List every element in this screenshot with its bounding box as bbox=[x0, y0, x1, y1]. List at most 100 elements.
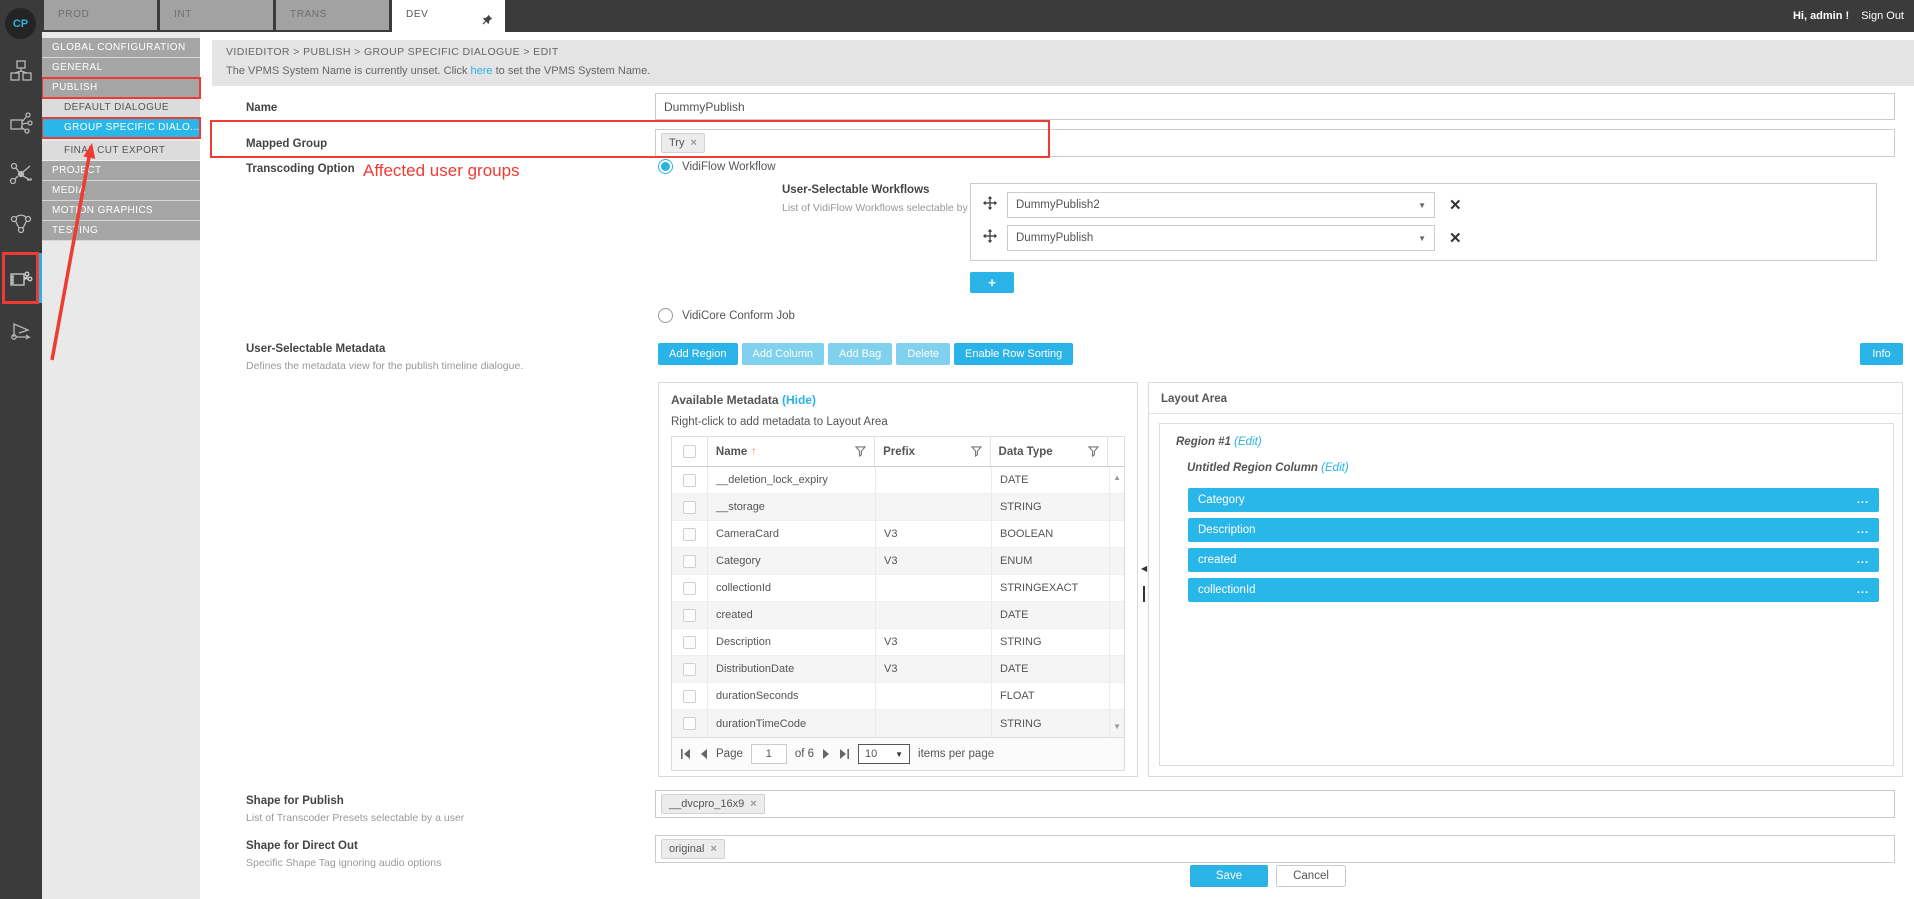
vidicore-conform-radio[interactable]: VidiCore Conform Job bbox=[658, 308, 795, 323]
mapped-group-tag[interactable]: Try × bbox=[661, 133, 705, 153]
vector-icon[interactable] bbox=[8, 318, 34, 344]
remove-tag-icon[interactable]: × bbox=[750, 798, 756, 810]
row-checkbox[interactable] bbox=[683, 555, 696, 568]
integration-icon[interactable] bbox=[8, 110, 34, 136]
remove-tag-icon[interactable]: × bbox=[690, 137, 696, 149]
layout-item-category[interactable]: Category ... bbox=[1188, 488, 1879, 512]
topology-icon[interactable] bbox=[8, 210, 34, 236]
drag-handle-icon[interactable] bbox=[983, 229, 997, 248]
table-row[interactable]: durationTimeCode STRING bbox=[672, 710, 1124, 737]
table-row[interactable]: durationSeconds FLOAT bbox=[672, 683, 1124, 710]
column-name[interactable]: Name bbox=[716, 446, 747, 458]
table-row[interactable]: created DATE bbox=[672, 602, 1124, 629]
add-workflow-button[interactable]: + bbox=[970, 272, 1014, 293]
table-row[interactable]: CameraCard V3 BOOLEAN bbox=[672, 521, 1124, 548]
column-prefix[interactable]: Prefix bbox=[883, 446, 915, 458]
table-row[interactable]: DistributionDate V3 DATE bbox=[672, 656, 1124, 683]
row-checkbox[interactable] bbox=[683, 663, 696, 676]
remove-workflow-icon[interactable]: ✕ bbox=[1449, 196, 1462, 214]
here-link[interactable]: here bbox=[471, 65, 493, 77]
more-options-icon[interactable]: ... bbox=[1857, 524, 1869, 536]
first-page-icon[interactable] bbox=[680, 749, 692, 759]
nav-item-project[interactable]: PROJECT bbox=[42, 161, 200, 181]
nav-item-publish[interactable]: PUBLISH bbox=[42, 78, 200, 98]
name-input[interactable] bbox=[655, 93, 1895, 120]
nav-item-general[interactable]: GENERAL bbox=[42, 58, 200, 78]
shape-direct-tag[interactable]: original × bbox=[661, 839, 725, 859]
row-checkbox[interactable] bbox=[683, 636, 696, 649]
layout-item-collectionid[interactable]: collectionId ... bbox=[1188, 578, 1879, 602]
table-row[interactable]: Category V3 ENUM bbox=[672, 548, 1124, 575]
nav-item-testing[interactable]: TESTING bbox=[42, 221, 200, 241]
radio-selected-icon[interactable] bbox=[658, 159, 673, 174]
row-checkbox[interactable] bbox=[683, 609, 696, 622]
panel-splitter[interactable]: ◀ bbox=[1141, 382, 1148, 777]
tab-int[interactable]: INT bbox=[160, 0, 273, 30]
enable-row-sorting-button[interactable]: Enable Row Sorting bbox=[954, 343, 1073, 365]
filter-icon[interactable] bbox=[1088, 446, 1099, 457]
cancel-button[interactable]: Cancel bbox=[1276, 865, 1346, 887]
table-row[interactable]: __deletion_lock_expiry DATE bbox=[672, 467, 1124, 494]
workflow-dropdown[interactable]: DummyPublish2 ▼ bbox=[1007, 192, 1435, 218]
more-options-icon[interactable]: ... bbox=[1857, 554, 1869, 566]
nav-item-final-cut-export[interactable]: FINAL CUT EXPORT bbox=[42, 141, 200, 161]
table-row[interactable]: __storage STRING bbox=[672, 494, 1124, 521]
nav-item-global-configuration[interactable]: GLOBAL CONFIGURATION bbox=[42, 38, 200, 58]
nav-item-default-dialogue[interactable]: DEFAULT DIALOGUE bbox=[42, 98, 200, 118]
add-region-button[interactable]: Add Region bbox=[658, 343, 738, 365]
radio-unselected-icon[interactable] bbox=[658, 308, 673, 323]
scroll-up-icon[interactable]: ▲ bbox=[1113, 473, 1121, 482]
chevron-down-icon[interactable]: ▼ bbox=[1418, 201, 1426, 210]
nav-item-motion-graphics[interactable]: MOTION GRAPHICS bbox=[42, 201, 200, 221]
save-button[interactable]: Save bbox=[1190, 865, 1268, 887]
items-per-page-select[interactable]: 10 ▼ bbox=[858, 744, 910, 764]
row-checkbox[interactable] bbox=[683, 582, 696, 595]
vidiflow-workflow-radio[interactable]: VidiFlow Workflow bbox=[658, 159, 776, 174]
tab-prod[interactable]: PROD bbox=[44, 0, 157, 30]
page-number-input[interactable] bbox=[751, 744, 787, 764]
remove-tag-icon[interactable]: × bbox=[710, 843, 716, 855]
prev-page-icon[interactable] bbox=[700, 749, 708, 759]
table-row[interactable]: collectionId STRINGEXACT bbox=[672, 575, 1124, 602]
shape-direct-field[interactable]: original × bbox=[655, 835, 1895, 863]
row-checkbox[interactable] bbox=[683, 690, 696, 703]
filter-icon[interactable] bbox=[971, 446, 982, 457]
workflow-dropdown[interactable]: DummyPublish ▼ bbox=[1007, 225, 1435, 251]
drag-handle-icon[interactable] bbox=[983, 196, 997, 215]
sign-out-link[interactable]: Sign Out bbox=[1861, 10, 1904, 22]
layout-item-created[interactable]: created ... bbox=[1188, 548, 1879, 572]
table-row[interactable]: Description V3 STRING bbox=[672, 629, 1124, 656]
column-data-type[interactable]: Data Type bbox=[999, 446, 1053, 458]
more-options-icon[interactable]: ... bbox=[1857, 494, 1869, 506]
remove-workflow-icon[interactable]: ✕ bbox=[1449, 229, 1462, 247]
add-column-button[interactable]: Add Column bbox=[742, 343, 825, 365]
info-button[interactable]: Info bbox=[1860, 343, 1903, 365]
nav-item-group-specific-dialogue[interactable]: GROUP SPECIFIC DIALO... bbox=[42, 118, 200, 138]
row-checkbox[interactable] bbox=[683, 528, 696, 541]
last-page-icon[interactable] bbox=[838, 749, 850, 759]
add-bag-button[interactable]: Add Bag bbox=[828, 343, 892, 365]
tab-trans[interactable]: TRANS bbox=[276, 0, 389, 30]
scroll-down-icon[interactable]: ▼ bbox=[1113, 722, 1121, 731]
splitter-handle[interactable] bbox=[1143, 586, 1145, 602]
select-all-checkbox[interactable] bbox=[683, 445, 696, 458]
tab-dev[interactable]: DEV bbox=[392, 0, 505, 32]
workflow-icon[interactable] bbox=[8, 161, 34, 187]
nav-item-media[interactable]: MEDIA bbox=[42, 181, 200, 201]
row-checkbox[interactable] bbox=[683, 717, 696, 730]
row-checkbox[interactable] bbox=[683, 474, 696, 487]
chevron-down-icon[interactable]: ▼ bbox=[1418, 234, 1426, 243]
next-page-icon[interactable] bbox=[822, 749, 830, 759]
delete-button[interactable]: Delete bbox=[896, 343, 950, 365]
more-options-icon[interactable]: ... bbox=[1857, 584, 1869, 596]
row-checkbox[interactable] bbox=[683, 501, 696, 514]
mapped-group-field[interactable]: Try × bbox=[655, 129, 1895, 157]
shape-publish-tag[interactable]: __dvcpro_16x9 × bbox=[661, 794, 765, 814]
shape-publish-field[interactable]: __dvcpro_16x9 × bbox=[655, 790, 1895, 818]
avatar[interactable]: CP bbox=[5, 8, 36, 39]
filter-icon[interactable] bbox=[855, 446, 866, 457]
hide-link[interactable]: (Hide) bbox=[782, 393, 816, 407]
column-edit-link[interactable]: (Edit) bbox=[1321, 462, 1348, 474]
region-edit-link[interactable]: (Edit) bbox=[1234, 436, 1261, 448]
layout-item-description[interactable]: Description ... bbox=[1188, 518, 1879, 542]
